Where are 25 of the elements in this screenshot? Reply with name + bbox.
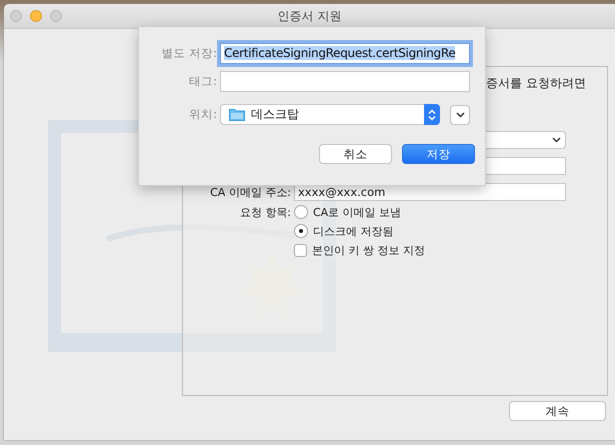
option-label: 디스크에 저장됨	[313, 224, 394, 238]
continue-button[interactable]: 계속	[509, 401, 606, 421]
window-title: 인증서 지원	[278, 8, 342, 24]
email-label: CA 이메일 주소:	[209, 184, 292, 200]
intro-text: 증서를 요청하려면	[486, 76, 586, 90]
filename-field[interactable]: CertificateSigningRequest.certSigningRe	[220, 43, 470, 64]
tags-field[interactable]	[220, 71, 470, 92]
option-label: CA로 이메일 보냄	[313, 204, 402, 220]
stepper-icon	[424, 104, 440, 125]
chevron-icon	[552, 137, 561, 143]
zoom-icon[interactable]	[50, 10, 62, 22]
option-label: 본인이 키 쌍 정보 지정	[312, 242, 425, 258]
request-label: 요청 항목:	[240, 206, 291, 218]
close-icon[interactable]	[10, 10, 22, 22]
location-label: 위치:	[188, 107, 218, 122]
minimize-icon[interactable]	[30, 10, 42, 22]
save-as-label: 별도 저장:	[160, 46, 218, 61]
location-popup[interactable]: 데스크탑	[220, 104, 440, 125]
expand-button[interactable]	[450, 104, 470, 124]
checkbox[interactable]	[294, 244, 307, 256]
tags-label: 태그:	[188, 74, 218, 89]
cancel-button[interactable]: 취소	[319, 144, 392, 164]
folder-icon	[229, 108, 245, 121]
chevron-icon	[456, 112, 464, 118]
save-button[interactable]: 저장	[402, 144, 475, 164]
